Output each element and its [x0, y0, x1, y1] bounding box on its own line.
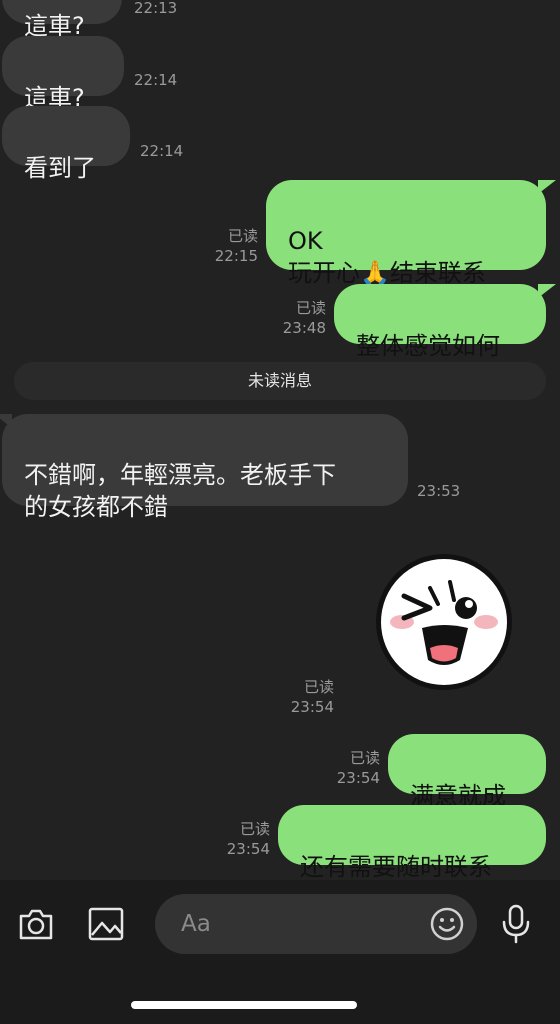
outgoing-message-bubble[interactable]: 整体感觉如何: [334, 284, 556, 360]
image-button[interactable]: [86, 904, 126, 944]
message-meta: 已读 23:54: [314, 748, 380, 788]
incoming-message-bubble[interactable]: 不錯啊，年輕漂亮。老板手下 的女孩都不錯: [0, 414, 408, 521]
outgoing-message-bubble[interactable]: OK 玩开心🙏结束联系: [266, 180, 556, 287]
emoji-button[interactable]: [429, 906, 465, 942]
message-time: 23:54: [336, 769, 380, 787]
camera-icon: [19, 909, 53, 940]
image-icon: [88, 907, 124, 941]
read-receipt: 已读: [227, 227, 258, 245]
message-meta: 已读 22:15: [196, 226, 258, 266]
message-time: 23:54: [226, 840, 270, 858]
microphone-icon: [502, 904, 530, 944]
message-time: 22:14: [134, 71, 178, 89]
emoji-icon: [430, 907, 464, 941]
read-receipt: 已读: [303, 678, 334, 696]
laughing-face-sticker-icon: [376, 554, 512, 690]
incoming-message-bubble[interactable]: 這車?: [2, 0, 122, 40]
outgoing-message-bubble[interactable]: 还有需要随时联系: [278, 805, 546, 880]
message-text: 整体感觉如何: [356, 332, 500, 360]
message-text: 还有需要随时联系: [300, 853, 492, 880]
message-meta: 已读 23:54: [204, 819, 270, 859]
sticker-message[interactable]: [374, 552, 514, 692]
read-receipt: 已读: [349, 749, 380, 767]
camera-button[interactable]: [16, 904, 56, 944]
message-time: 22:14: [140, 142, 184, 160]
read-receipt: 已读: [295, 299, 326, 317]
message-time: 23:54: [290, 698, 334, 716]
message-meta: 已读 23:54: [270, 677, 334, 717]
message-time: 23:48: [282, 319, 326, 337]
chat-history[interactable]: 這車? 22:13 這車? 22:14 看到了 22:14 已读 22:15 O…: [0, 0, 560, 880]
message-time: 22:13: [134, 0, 178, 17]
unread-messages-divider: 未读消息: [14, 362, 546, 400]
read-receipt: 已读: [239, 820, 270, 838]
message-meta: 已读 23:48: [260, 298, 326, 338]
microphone-button[interactable]: [498, 902, 534, 946]
message-text: 不錯啊，年輕漂亮。老板手下 的女孩都不錯: [24, 461, 336, 521]
message-text: 看到了: [24, 154, 96, 182]
home-indicator[interactable]: [131, 1001, 357, 1009]
message-input-placeholder: Aa: [181, 911, 211, 937]
incoming-message-bubble[interactable]: 看到了: [2, 106, 130, 182]
outgoing-message-bubble[interactable]: 满意就成: [388, 734, 546, 810]
message-input[interactable]: Aa: [155, 894, 477, 954]
message-composer-bar: Aa: [0, 880, 560, 1024]
message-time: 22:15: [214, 247, 258, 265]
incoming-message-bubble[interactable]: 這車?: [2, 36, 124, 112]
message-time: 23:53: [417, 482, 461, 500]
message-text: OK 玩开心🙏结束联系: [288, 227, 486, 287]
